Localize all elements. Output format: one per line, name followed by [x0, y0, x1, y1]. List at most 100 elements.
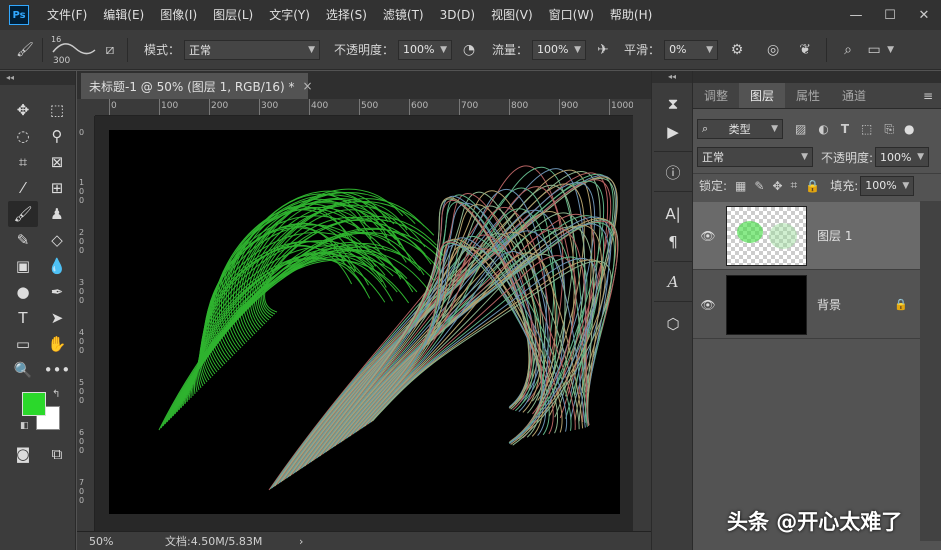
- menu-window[interactable]: 窗口(W): [541, 0, 602, 30]
- clone-stamp-tool-icon[interactable]: ♟: [42, 201, 72, 227]
- move-tool-icon[interactable]: ✥: [8, 97, 38, 123]
- glyphs-panel-icon[interactable]: A: [658, 269, 688, 295]
- pen-tool-icon[interactable]: ✒: [42, 279, 72, 305]
- airbrush-icon[interactable]: ✈: [592, 39, 614, 61]
- gear-icon[interactable]: ⚙: [726, 39, 748, 61]
- menu-file[interactable]: 文件(F): [39, 0, 95, 30]
- crop-tool-icon[interactable]: ⌗: [8, 149, 38, 175]
- eye-icon[interactable]: 👁: [693, 298, 723, 312]
- lock-transparent-icon[interactable]: ▦: [735, 179, 746, 193]
- chevron-down-icon[interactable]: ▼: [887, 45, 894, 55]
- menu-view[interactable]: 视图(V): [483, 0, 541, 30]
- brush-tool-icon[interactable]: 🖌: [8, 201, 38, 227]
- gradient-tool-icon[interactable]: ▣: [8, 253, 38, 279]
- history-panel-icon[interactable]: ⧗: [658, 91, 688, 117]
- filter-smart-object-icon[interactable]: ⎘: [884, 122, 894, 137]
- actions-play-icon[interactable]: ▶: [658, 119, 688, 145]
- filter-adjustment-icon[interactable]: ◐: [818, 122, 828, 136]
- swap-colors-icon[interactable]: ↰: [52, 389, 60, 400]
- quick-mask-icon[interactable]: ◙: [8, 441, 38, 467]
- menu-image[interactable]: 图像(I): [152, 0, 205, 30]
- type-tool-icon[interactable]: T: [8, 305, 38, 331]
- marquee-tool-icon[interactable]: ⬚: [42, 97, 72, 123]
- hand-tool-icon[interactable]: ✋: [42, 331, 72, 357]
- frame-tool-icon[interactable]: ⊠: [42, 149, 72, 175]
- fill-input[interactable]: 100% ▼: [860, 175, 915, 196]
- tab-properties[interactable]: 属性: [785, 83, 831, 108]
- brush-preset-picker[interactable]: 16 300: [49, 32, 99, 68]
- layer-row-layer1[interactable]: 👁 图层 1: [693, 202, 920, 270]
- foreground-color-swatch[interactable]: [22, 392, 46, 416]
- filter-pixel-icon[interactable]: ▨: [795, 122, 806, 136]
- menu-3d[interactable]: 3D(D): [432, 0, 483, 30]
- menu-filter[interactable]: 滤镜(T): [375, 0, 432, 30]
- tab-adjustments[interactable]: 调整: [693, 83, 739, 108]
- strip-collapse-icon[interactable]: ◂◂: [652, 71, 692, 83]
- toolbox-collapse-icon[interactable]: ◂◂: [0, 71, 75, 85]
- history-brush-tool-icon[interactable]: ✎: [8, 227, 38, 253]
- opacity-input[interactable]: 100% ▼: [398, 39, 453, 60]
- eyedropper-tool-icon[interactable]: ⁄: [8, 175, 38, 201]
- layer-opacity-input[interactable]: 100% ▼: [875, 147, 930, 167]
- document-tab[interactable]: 未标题-1 @ 50% (图层 1, RGB/16) * ×: [81, 73, 313, 99]
- panel-collapse-bar[interactable]: [693, 71, 941, 83]
- path-selection-tool-icon[interactable]: ➤: [42, 305, 72, 331]
- smoothing-input[interactable]: 0% ▼: [664, 39, 719, 60]
- zoom-tool-icon[interactable]: 🔍: [8, 357, 38, 383]
- canvas[interactable]: [109, 130, 620, 514]
- zoom-level[interactable]: 50%: [89, 535, 149, 548]
- filter-shape-icon[interactable]: ⬚: [861, 122, 872, 136]
- ruler-label: 1000: [611, 101, 633, 111]
- lock-image-icon[interactable]: ✎: [754, 179, 764, 193]
- menu-help[interactable]: 帮助(H): [602, 0, 660, 30]
- menu-edit[interactable]: 编辑(E): [95, 0, 152, 30]
- filter-toggle-icon[interactable]: ●: [904, 122, 914, 136]
- workspace-icon[interactable]: ▭: [863, 39, 885, 61]
- minimize-icon[interactable]: —: [839, 0, 873, 30]
- pressure-opacity-icon[interactable]: ◔: [458, 39, 480, 61]
- maximize-icon[interactable]: ☐: [873, 0, 907, 30]
- ruler-corner: [77, 99, 95, 116]
- blend-mode-dropdown[interactable]: 正常 ▼: [697, 147, 813, 167]
- brush-settings-panel-icon[interactable]: ⧄: [99, 39, 121, 61]
- lock-position-icon[interactable]: ✥: [772, 179, 782, 193]
- menu-type[interactable]: 文字(Y): [261, 0, 318, 30]
- layer-row-background[interactable]: 👁 背景 🔒: [693, 271, 920, 339]
- lock-all-icon[interactable]: 🔒: [805, 179, 820, 193]
- filter-type-icon[interactable]: T: [841, 122, 849, 136]
- brush-tool-preset-icon[interactable]: 🖌: [14, 39, 36, 61]
- ruler-label: 100: [161, 101, 179, 111]
- mode-dropdown[interactable]: 正常 ▼: [184, 39, 321, 60]
- lock-artboard-icon[interactable]: ⌗: [791, 178, 798, 193]
- healing-brush-tool-icon[interactable]: ⊞: [42, 175, 72, 201]
- vertical-scrollbar[interactable]: [633, 99, 651, 531]
- layer-filter-dropdown[interactable]: ⌕ 类型 ▼: [697, 119, 783, 139]
- tab-layers[interactable]: 图层: [739, 83, 786, 108]
- more-tools-icon[interactable]: •••: [42, 357, 72, 383]
- lasso-tool-icon[interactable]: ◌: [8, 123, 38, 149]
- menu-select[interactable]: 选择(S): [318, 0, 375, 30]
- dodge-tool-icon[interactable]: ●: [8, 279, 38, 305]
- close-icon[interactable]: ✕: [907, 0, 941, 30]
- default-colors-icon[interactable]: ◧: [20, 421, 29, 431]
- quick-selection-tool-icon[interactable]: ⚲: [42, 123, 72, 149]
- menu-layer[interactable]: 图层(L): [205, 0, 261, 30]
- panel-menu-icon[interactable]: ≡: [923, 83, 933, 108]
- eraser-tool-icon[interactable]: ◇: [42, 227, 72, 253]
- info-icon[interactable]: ⓘ: [658, 159, 688, 185]
- pressure-size-icon[interactable]: ◎: [762, 39, 784, 61]
- screen-mode-icon[interactable]: ⧉: [42, 441, 72, 467]
- search-icon[interactable]: ⌕: [837, 39, 859, 61]
- layers-scrollbar[interactable]: [920, 201, 941, 541]
- blur-tool-icon[interactable]: 💧: [42, 253, 72, 279]
- character-panel-icon[interactable]: A|: [658, 201, 688, 227]
- status-menu-arrow-icon[interactable]: ›: [299, 535, 303, 548]
- 3d-panel-icon[interactable]: ⬡: [658, 311, 688, 337]
- rectangle-tool-icon[interactable]: ▭: [8, 331, 38, 357]
- symmetry-icon[interactable]: ❦: [794, 39, 816, 61]
- flow-input[interactable]: 100% ▼: [532, 39, 587, 60]
- paragraph-panel-icon[interactable]: ¶: [658, 229, 688, 255]
- eye-icon[interactable]: 👁: [693, 229, 723, 243]
- close-icon[interactable]: ×: [303, 79, 313, 93]
- tab-channels[interactable]: 通道: [831, 83, 877, 108]
